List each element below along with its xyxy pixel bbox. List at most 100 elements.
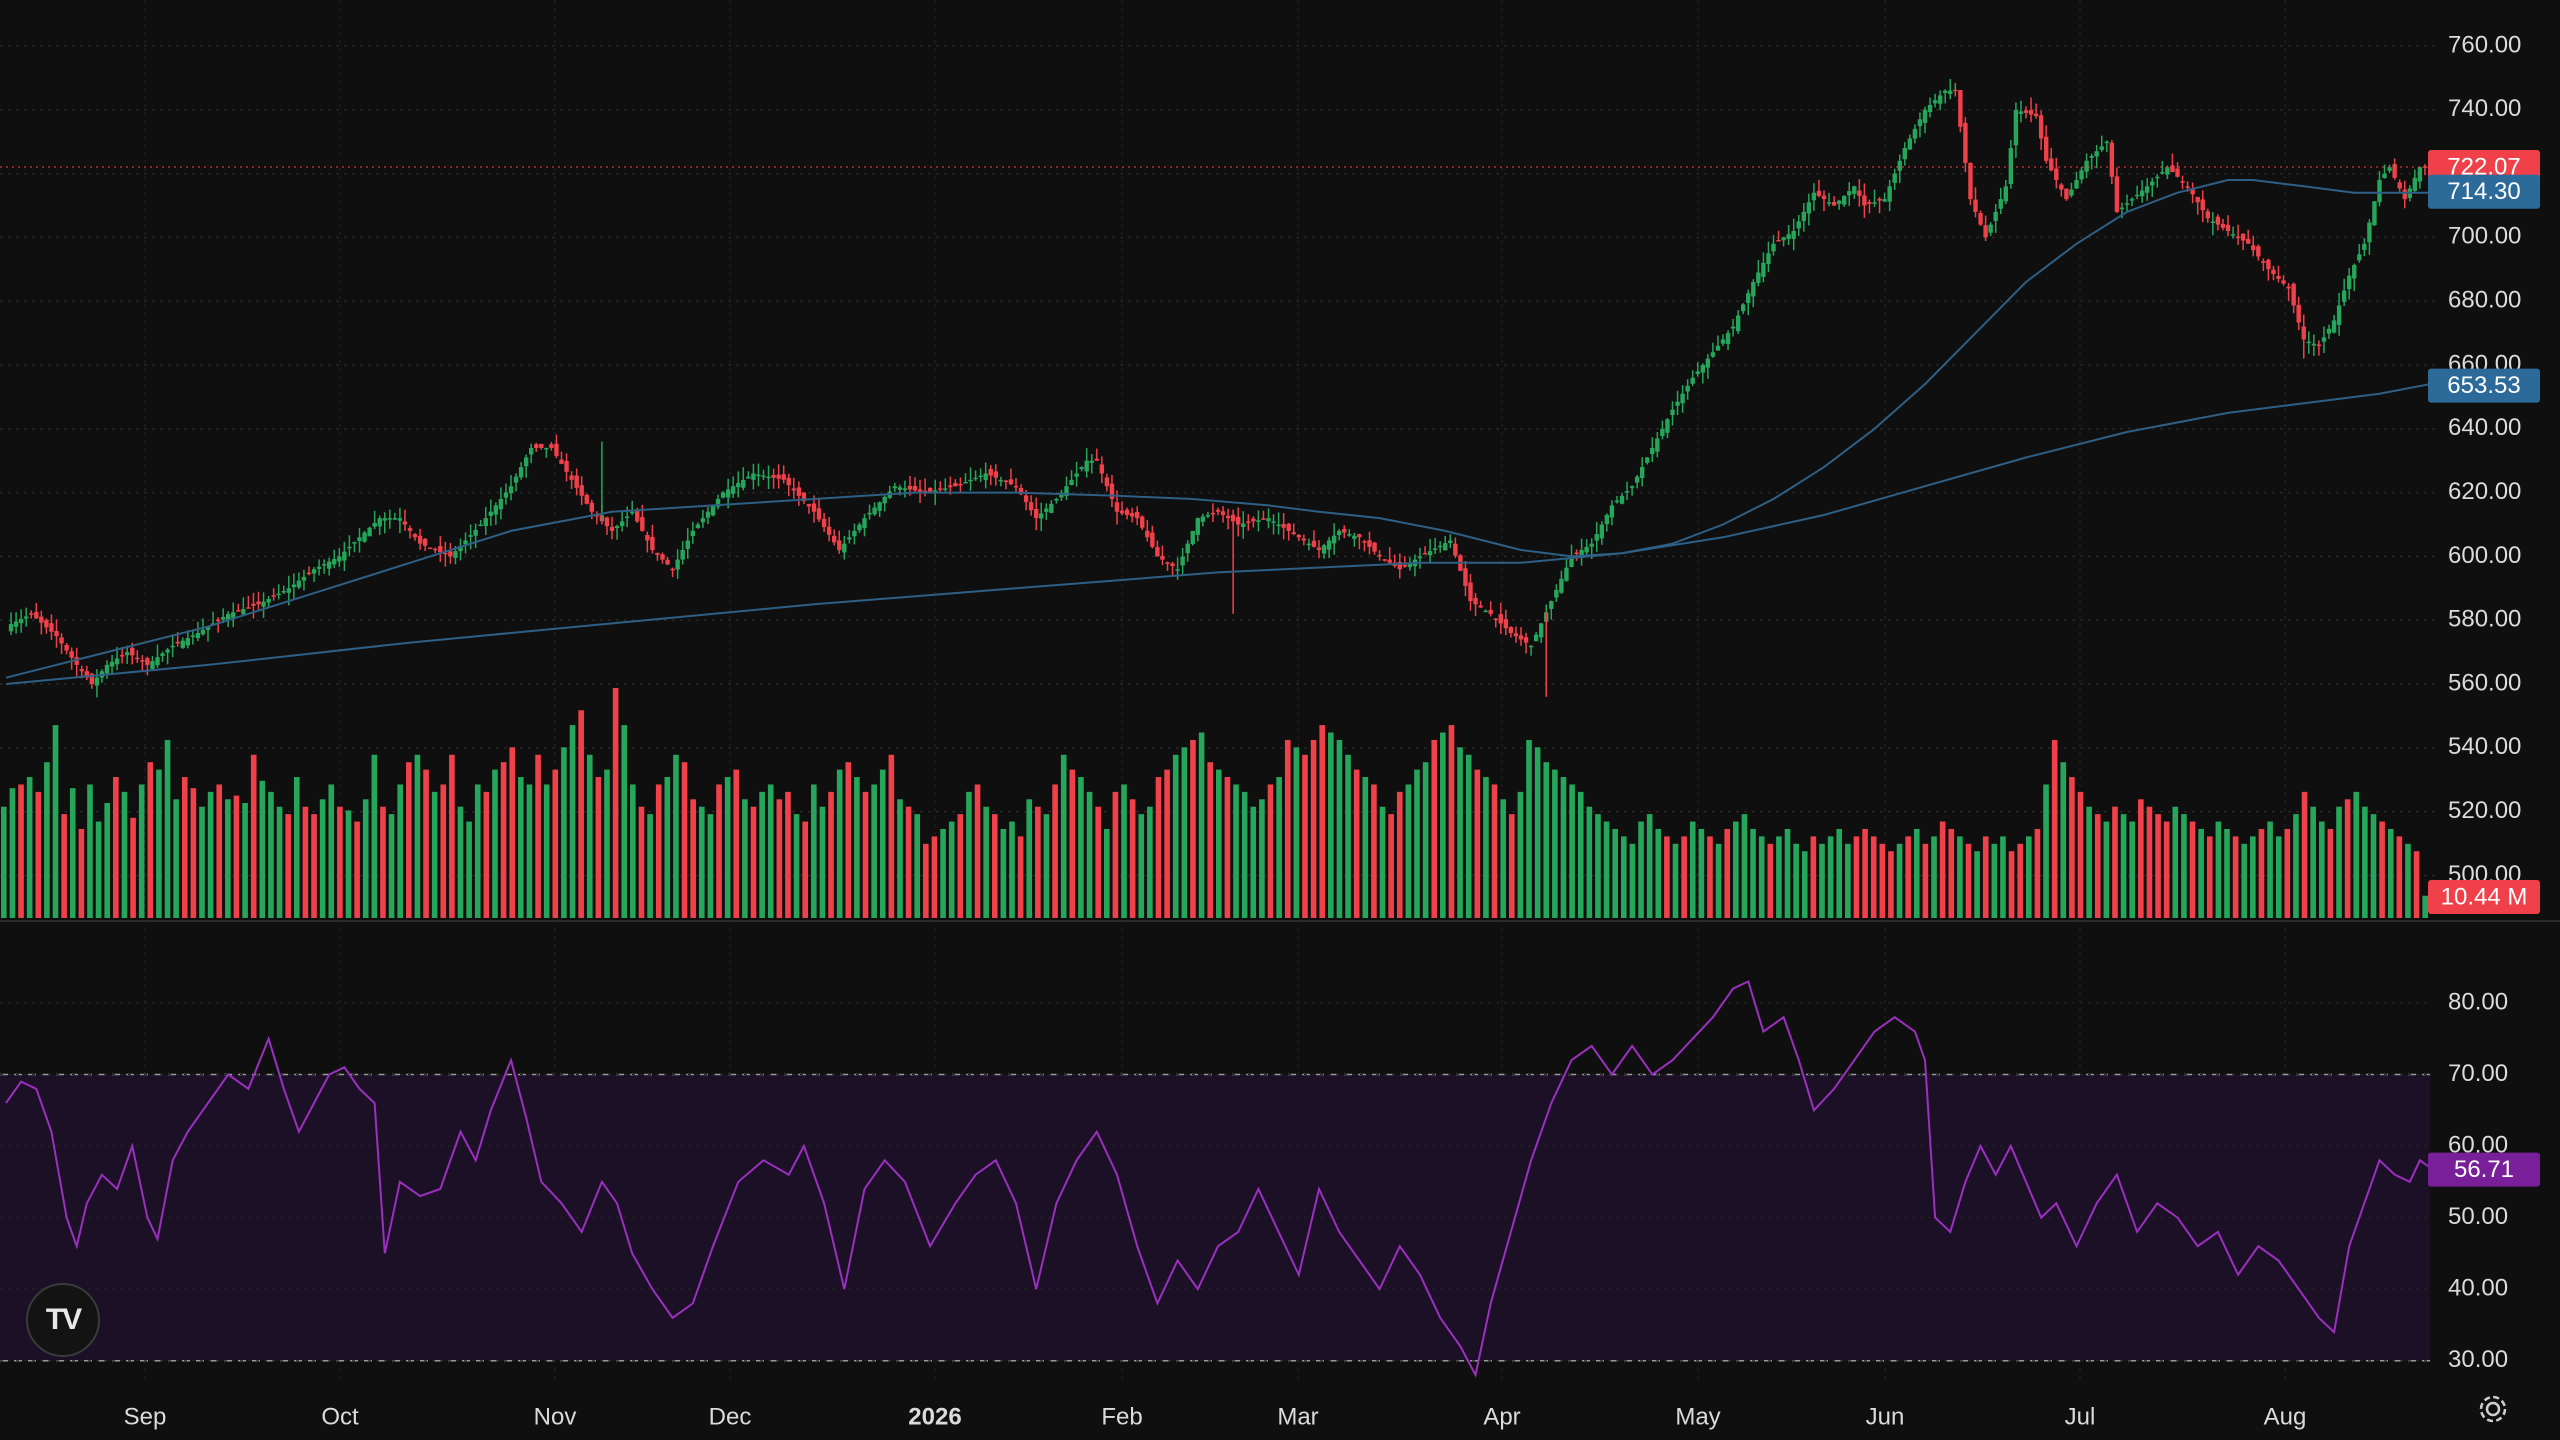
candle-down bbox=[2028, 110, 2034, 115]
candle-down bbox=[912, 485, 918, 491]
candle-down bbox=[776, 474, 781, 479]
volume-bar-down bbox=[1069, 769, 1076, 918]
volume-bar-down bbox=[1767, 843, 1774, 918]
candle-down bbox=[306, 572, 312, 575]
volume-bar-up bbox=[940, 828, 946, 918]
candle-up bbox=[241, 609, 246, 615]
tradingview-logo-icon[interactable]: TV bbox=[26, 1283, 100, 1357]
volume-bar-up bbox=[431, 791, 438, 918]
candle-down bbox=[1013, 485, 1019, 488]
candle-up bbox=[1347, 534, 1352, 536]
volume-bar-up bbox=[1328, 732, 1334, 918]
volume-bar-up bbox=[397, 784, 403, 918]
volume-bar-up bbox=[2405, 843, 2411, 918]
candle-up bbox=[109, 661, 115, 667]
volume-bar-down bbox=[2051, 739, 2058, 918]
volume-bar-down bbox=[190, 788, 197, 918]
volume-bars bbox=[1, 688, 2428, 918]
volume-bar-up bbox=[1543, 762, 1550, 918]
candle-up bbox=[1655, 438, 1660, 452]
candle-up bbox=[1185, 543, 1190, 554]
candle-up bbox=[1195, 518, 1200, 535]
volume-bar-down bbox=[2232, 836, 2239, 918]
candle-up bbox=[2119, 207, 2125, 210]
candle-down bbox=[2059, 184, 2064, 190]
candle-up bbox=[2074, 179, 2079, 189]
volume-bar-up bbox=[2103, 821, 2110, 918]
candle-down bbox=[2291, 283, 2296, 306]
candle-up bbox=[2018, 111, 2024, 114]
rsi-axis-label: 80.00 bbox=[2448, 988, 2508, 1015]
volume-bar-down bbox=[612, 688, 619, 918]
candle-up bbox=[998, 479, 1004, 482]
candle-down bbox=[2397, 182, 2402, 189]
volume-bar-up bbox=[1345, 754, 1351, 918]
candle-up bbox=[1690, 377, 1695, 384]
volume-bar-up bbox=[26, 777, 33, 918]
volume-bar-up bbox=[1138, 814, 1145, 918]
candle-down bbox=[1468, 582, 1473, 602]
volume-bar-down bbox=[2258, 828, 2265, 918]
candle-up bbox=[751, 473, 756, 480]
candle-up bbox=[690, 530, 695, 537]
candle-up bbox=[160, 653, 165, 656]
candle-up bbox=[1720, 339, 1726, 344]
candle-down bbox=[821, 518, 827, 528]
volume-bar-up bbox=[164, 739, 171, 918]
volume-bar-up bbox=[1612, 828, 1618, 918]
volume-bar-up bbox=[1440, 732, 1446, 918]
candle-down bbox=[1518, 635, 1524, 640]
volume-bar-up bbox=[724, 777, 731, 918]
candle-down bbox=[130, 647, 135, 656]
candle-down bbox=[1281, 524, 1286, 528]
volume-bar-down bbox=[337, 806, 343, 918]
candle-up bbox=[281, 590, 286, 593]
volume-bar-down bbox=[578, 710, 584, 918]
volume-bar-up bbox=[2422, 895, 2428, 918]
last-volume-tag-text: 10.44 M bbox=[2441, 883, 2528, 910]
volume-bar-down bbox=[311, 814, 317, 918]
candle-up bbox=[746, 476, 751, 479]
volume-bar-up bbox=[1569, 784, 1575, 918]
candle-up bbox=[1276, 524, 1281, 527]
volume-bar-up bbox=[293, 777, 300, 918]
candle-up bbox=[1897, 160, 1902, 171]
volume-bar-up bbox=[819, 806, 826, 918]
candle-down bbox=[407, 528, 413, 531]
volume-bar-down bbox=[1707, 836, 1713, 918]
candle-up bbox=[2134, 194, 2140, 197]
candle-up bbox=[200, 629, 206, 635]
candle-down bbox=[1129, 513, 1135, 517]
candle-up bbox=[195, 633, 201, 639]
volume-bar-down bbox=[681, 762, 688, 918]
candle-up bbox=[675, 559, 680, 570]
volume-bar-up bbox=[1, 806, 7, 918]
candle-down bbox=[1236, 516, 1241, 525]
volume-bar-up bbox=[1974, 851, 1980, 918]
candle-up bbox=[1427, 551, 1433, 556]
volume-bar-up bbox=[854, 777, 860, 918]
volume-bar-up bbox=[1000, 828, 1007, 918]
candle-up bbox=[1665, 419, 1670, 433]
gear-icon[interactable] bbox=[2476, 1392, 2510, 1426]
chart-stage[interactable]: { "chart_data": [ { "type": "candlestick… bbox=[0, 0, 2560, 1440]
candle-up bbox=[1054, 499, 1059, 501]
volume-bar-up bbox=[44, 762, 50, 918]
candle-up bbox=[1943, 90, 1948, 93]
candle-up bbox=[700, 518, 706, 523]
candle-up bbox=[614, 526, 620, 528]
candle-down bbox=[2049, 158, 2054, 171]
volume-bar-up bbox=[1259, 799, 1265, 918]
candle-down bbox=[1831, 202, 1837, 206]
volume-bar-down bbox=[1474, 769, 1481, 918]
candle-down bbox=[958, 483, 963, 486]
volume-bar-up bbox=[1621, 836, 1627, 918]
candle-up bbox=[2352, 265, 2357, 279]
candle-up bbox=[1746, 293, 1751, 304]
volume-bar-up bbox=[52, 725, 59, 918]
volume-bar-up bbox=[1801, 851, 1808, 918]
chart-canvas[interactable]: 760.00740.00720.00700.00680.00660.00640.… bbox=[0, 0, 2560, 1440]
candle-up bbox=[630, 511, 635, 514]
candle-up bbox=[1554, 589, 1559, 598]
volume-bar-up bbox=[2120, 814, 2127, 918]
